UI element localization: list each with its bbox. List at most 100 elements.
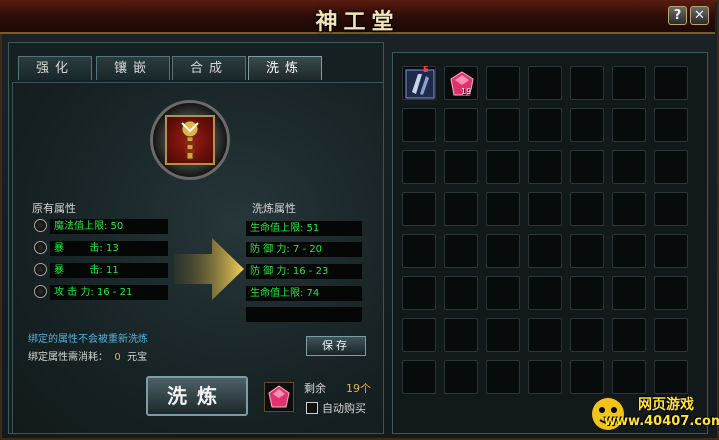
bind-radio-3[interactable] (34, 263, 47, 276)
inventory-slot[interactable] (612, 318, 646, 352)
inventory-slot[interactable] (486, 360, 520, 394)
equipment-slot[interactable] (150, 100, 230, 180)
inventory-slot[interactable] (570, 108, 604, 142)
inventory-slot[interactable]: 19 (444, 66, 478, 100)
watermark-text: 网页游戏 (638, 397, 694, 413)
binding-note: 绑定的属性不会被重新洗炼 (28, 334, 148, 345)
inventory-slot[interactable] (486, 192, 520, 226)
red-gem-icon (268, 385, 290, 408)
armor-piece-icon (405, 69, 435, 99)
tab-inlay[interactable]: 镶嵌 (96, 56, 170, 80)
refined-attr-row: 生命值上限: 74 (246, 286, 362, 301)
refined-attr-row: 生命值上限: 51 (246, 221, 362, 236)
inventory-slot[interactable] (654, 234, 688, 268)
inventory-slot[interactable] (486, 66, 520, 100)
binding-cost-label: 绑定属性需消耗： (28, 352, 108, 363)
inventory-slot[interactable] (612, 66, 646, 100)
refined-attr-row: 防 御 力: 7 - 20 (246, 242, 362, 257)
inventory-slot[interactable] (444, 318, 478, 352)
inventory-slot[interactable] (570, 276, 604, 310)
bind-radio-1[interactable] (34, 219, 47, 232)
refined-attributes-label: 洗炼属性 (252, 202, 296, 215)
inventory-slot[interactable] (486, 234, 520, 268)
refine-stone-slot (264, 382, 294, 412)
inventory-slot[interactable]: E (402, 65, 436, 100)
remaining-label: 剩余 (304, 382, 326, 395)
auto-buy-label: 自动购买 (322, 402, 366, 415)
inventory-slot[interactable] (612, 192, 646, 226)
inventory-slot[interactable] (486, 318, 520, 352)
inventory-slot[interactable] (444, 234, 478, 268)
bind-radio-4[interactable] (34, 285, 47, 298)
inventory-slot[interactable] (444, 360, 478, 394)
inventory-slot[interactable] (528, 234, 562, 268)
title-bar[interactable]: 神工堂 (0, 0, 715, 35)
inventory-slot[interactable] (402, 108, 436, 142)
save-button[interactable]: 保存 (306, 336, 366, 356)
inventory-slot[interactable] (528, 66, 562, 100)
close-button[interactable]: ✕ (690, 6, 709, 25)
inventory-slot[interactable] (654, 192, 688, 226)
inventory-slot[interactable] (402, 318, 436, 352)
inventory-slot[interactable] (654, 360, 688, 394)
binding-cost-value: 0 (114, 352, 121, 363)
inventory-slot[interactable] (444, 276, 478, 310)
auto-buy-checkbox[interactable] (306, 402, 318, 414)
inventory-slot[interactable] (444, 150, 478, 184)
inventory-slot[interactable] (570, 318, 604, 352)
inventory-slot[interactable] (486, 108, 520, 142)
tab-combine[interactable]: 合成 (172, 56, 246, 80)
refine-button[interactable]: 洗炼 (146, 376, 248, 416)
help-button[interactable]: ? (668, 6, 687, 25)
inventory-slot[interactable] (654, 318, 688, 352)
original-attr-row: 攻 击 力: 16 - 21 (50, 285, 168, 300)
scepter-icon (181, 120, 199, 160)
equipped-badge: E (423, 65, 429, 74)
item-count: 19 (461, 87, 472, 96)
inventory-slot[interactable] (528, 276, 562, 310)
inventory-slot[interactable] (444, 108, 478, 142)
inventory-slot[interactable] (528, 192, 562, 226)
window-title: 神工堂 (315, 10, 400, 35)
inventory-slot[interactable] (570, 234, 604, 268)
inventory-slot[interactable] (654, 66, 688, 100)
original-attr-row: 魔法值上限: 50 (50, 219, 168, 234)
original-attributes-label: 原有属性 (32, 202, 76, 215)
inventory-slot[interactable] (612, 108, 646, 142)
inventory-slot[interactable] (402, 150, 436, 184)
inventory-slot[interactable] (486, 276, 520, 310)
binding-cost-unit: 元宝 (127, 352, 148, 363)
inventory-slot[interactable] (528, 360, 562, 394)
tab-refine[interactable]: 洗炼 (248, 56, 322, 80)
inventory-slot[interactable] (528, 318, 562, 352)
inventory-slot[interactable] (654, 276, 688, 310)
inventory-slot[interactable] (402, 234, 436, 268)
inventory-slot[interactable] (402, 360, 436, 394)
inventory-slot[interactable] (612, 360, 646, 394)
refined-attr-row (246, 307, 362, 322)
inventory-slot[interactable] (654, 108, 688, 142)
inventory-slot[interactable] (444, 192, 478, 226)
arrow-right-icon (174, 238, 244, 300)
inventory-slot[interactable] (402, 192, 436, 226)
binding-cost: 绑定属性需消耗： 0 元宝 (28, 348, 147, 363)
inventory-slot[interactable] (570, 66, 604, 100)
bind-radio-2[interactable] (34, 241, 47, 254)
refined-attr-row: 防 御 力: 16 - 23 (246, 264, 362, 279)
inventory-slot[interactable] (570, 360, 604, 394)
watermark-url: www.40407.com (604, 414, 719, 429)
inventory-slot[interactable] (570, 150, 604, 184)
inventory-slot[interactable] (612, 234, 646, 268)
inventory-slot[interactable] (612, 276, 646, 310)
tab-enhance[interactable]: 强化 (18, 56, 92, 80)
inventory-slot[interactable] (528, 108, 562, 142)
original-attr-row: 暴 击: 11 (50, 263, 168, 278)
equipment-frame (165, 115, 215, 165)
inventory-slot[interactable] (486, 150, 520, 184)
inventory-slot[interactable] (654, 150, 688, 184)
inventory-slot[interactable] (570, 192, 604, 226)
inventory-slot[interactable] (528, 150, 562, 184)
inventory-slot[interactable] (612, 150, 646, 184)
inventory-slot[interactable] (402, 276, 436, 310)
remaining-count: 19个 (346, 382, 371, 395)
